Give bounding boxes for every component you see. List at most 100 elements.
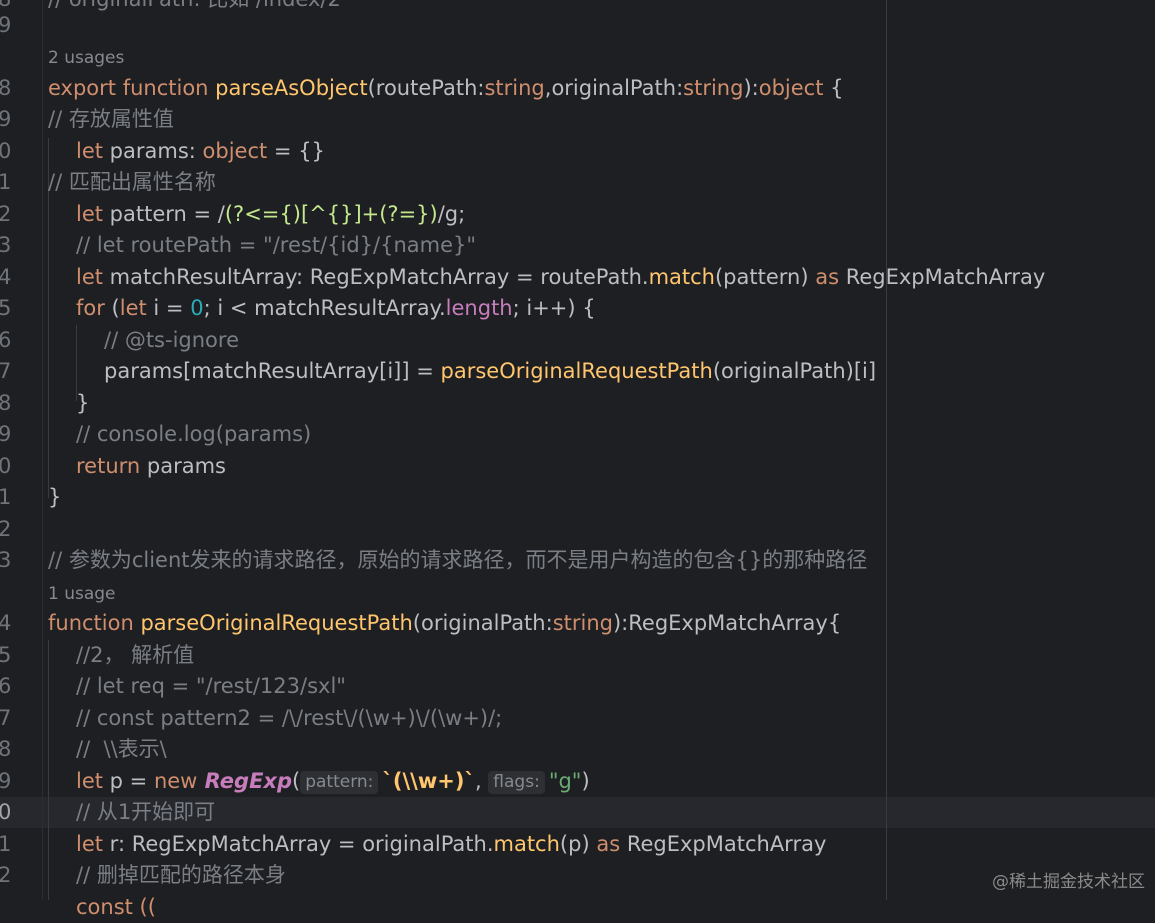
- code-text: (: [292, 769, 301, 793]
- code-text: (originalPath)[i]: [712, 359, 877, 383]
- line-number: 7: [0, 359, 12, 383]
- type: string: [484, 76, 545, 100]
- code-comment[interactable]: // 参数为client发来的请求路径，原始的请求路径，而不是用户构造的包含{}…: [48, 545, 867, 576]
- keyword: export: [48, 76, 117, 100]
- code-text: = {}: [267, 139, 325, 163]
- code-comment[interactable]: // 匹配出属性名称: [48, 167, 216, 198]
- code-text: i =: [146, 296, 191, 320]
- keyword: new: [153, 769, 198, 793]
- code-text: ,originalPath:: [544, 76, 684, 100]
- line-number: 5: [0, 643, 12, 667]
- usages-hint[interactable]: 1 usage: [48, 582, 116, 606]
- code-line[interactable]: let params: object = {}: [76, 136, 325, 167]
- code-text: (p): [559, 832, 597, 856]
- code-text: RegExpMatchArray: [620, 832, 827, 856]
- code-text: ; i < matchResultArray.: [203, 296, 446, 320]
- code-text: params[matchResultArray[i]] =: [104, 359, 441, 383]
- line-number: 1: [0, 170, 12, 194]
- code-comment[interactable]: // 删掉匹配的路径本身: [76, 860, 286, 891]
- code-line[interactable]: let r: RegExpMatchArray = originalPath.m…: [76, 829, 826, 860]
- gutter-border: [42, 0, 43, 900]
- keyword: as: [815, 265, 840, 289]
- line-number: 5: [0, 296, 12, 320]
- code-text: (pattern): [714, 265, 816, 289]
- code-text: pattern = /: [103, 202, 225, 226]
- code-text: (routePath:: [367, 76, 485, 100]
- code-line[interactable]: params[matchResultArray[i]] = parseOrigi…: [104, 356, 876, 387]
- code-line[interactable]: }: [76, 388, 89, 419]
- line-number-gutter: 8 9 8 9 0 1 2 3 4 5 6 7 8 9 0 1 2 3 4 5 …: [0, 0, 42, 900]
- line-number: 6: [0, 328, 12, 352]
- code-comment[interactable]: //2， 解析值: [76, 640, 194, 671]
- code-text: RegExpMatchArray: [839, 265, 1046, 289]
- line-number: 1: [0, 832, 12, 856]
- type: string: [552, 611, 613, 635]
- code-text: matchResultArray: RegExpMatchArray = rou…: [103, 265, 649, 289]
- code-editor[interactable]: 8 9 8 9 0 1 2 3 4 5 6 7 8 9 0 1 2 3 4 5 …: [0, 0, 1155, 919]
- code-comment[interactable]: // \\表示\: [76, 734, 167, 765]
- code-comment[interactable]: // let routePath = "/rest/{id}/{name}": [76, 230, 476, 261]
- keyword: let: [119, 296, 147, 320]
- line-number-current: 0: [0, 800, 12, 824]
- line-number: 3: [0, 548, 12, 572]
- code-text: ):: [743, 76, 759, 100]
- code-text: {: [823, 76, 844, 100]
- line-number: 1: [0, 485, 12, 509]
- line-number: 4: [0, 611, 12, 635]
- regex: (?<={)[^{}]+(?=}): [224, 202, 438, 226]
- function-call: parseOriginalRequestPath: [440, 359, 713, 383]
- code-line[interactable]: }: [48, 482, 61, 513]
- code-line[interactable]: function parseOriginalRequestPath(origin…: [48, 608, 841, 639]
- code-text: ): [581, 769, 590, 793]
- code-line[interactable]: return params: [76, 451, 226, 482]
- indent-guide: [48, 640, 49, 900]
- code-line[interactable]: let p = new RegExp(pattern: `(\\w+)`, fla…: [76, 766, 590, 797]
- code-text: ):RegExpMatchArray{: [612, 611, 842, 635]
- parameter-hint: pattern:: [300, 771, 379, 794]
- code-comment[interactable]: // @ts-ignore: [104, 325, 239, 356]
- class-name: RegExp: [197, 769, 292, 793]
- code-text: p =: [103, 769, 154, 793]
- number: 0: [190, 296, 204, 320]
- keyword: let: [76, 265, 103, 289]
- code-comment[interactable]: // console.log(params): [76, 419, 311, 450]
- code-comment[interactable]: // const pattern2 = /\/rest\/(\w+)\/(\w+…: [76, 703, 502, 734]
- line-number: 4: [0, 265, 12, 289]
- method-call: match: [493, 832, 560, 856]
- right-margin-guide: [886, 0, 887, 900]
- code-text: ,: [474, 769, 489, 793]
- code-comment[interactable]: // originalPath: 比如 /index/2: [48, 0, 341, 15]
- code-comment[interactable]: // let req = "/rest/123/sxl": [76, 671, 346, 702]
- code-line[interactable]: export function parseAsObject(routePath:…: [48, 73, 844, 104]
- line-number: 3: [0, 233, 12, 257]
- string: "g": [548, 769, 582, 793]
- type: object: [202, 139, 268, 163]
- method-call: match: [648, 265, 715, 289]
- line-number: 8: [0, 737, 12, 761]
- code-line[interactable]: for (let i = 0; i < matchResultArray.len…: [76, 293, 596, 324]
- code-comment[interactable]: // 从1开始即可: [76, 797, 215, 828]
- line-number: 7: [0, 706, 12, 730]
- line-number: 0: [0, 454, 12, 478]
- code-line[interactable]: let matchResultArray: RegExpMatchArray =…: [76, 262, 1045, 293]
- code-text: (originalPath:: [412, 611, 553, 635]
- code-line[interactable]: let pattern = /(?<={)[^{}]+(?=})/g;: [76, 199, 465, 230]
- line-number: 2: [0, 517, 12, 541]
- type: string: [683, 76, 744, 100]
- line-number: 2: [0, 863, 12, 887]
- keyword: let: [76, 832, 103, 856]
- template-string: `(\\w+)`: [382, 769, 475, 793]
- watermark: @稀土掘金技术社区: [992, 872, 1145, 892]
- code-text: /g;: [437, 202, 466, 226]
- type: object: [758, 76, 824, 100]
- line-number: 2: [0, 202, 12, 226]
- usages-hint[interactable]: 2 usages: [48, 46, 124, 70]
- code-text: r: RegExpMatchArray = originalPath.: [103, 832, 494, 856]
- code-comment[interactable]: // 存放属性值: [48, 104, 174, 135]
- line-number: 9: [0, 769, 12, 793]
- keyword: function: [48, 611, 134, 635]
- keyword: function: [116, 76, 209, 100]
- code-line[interactable]: const ((: [76, 892, 156, 923]
- keyword: as: [596, 832, 621, 856]
- line-number: 8: [0, 76, 12, 100]
